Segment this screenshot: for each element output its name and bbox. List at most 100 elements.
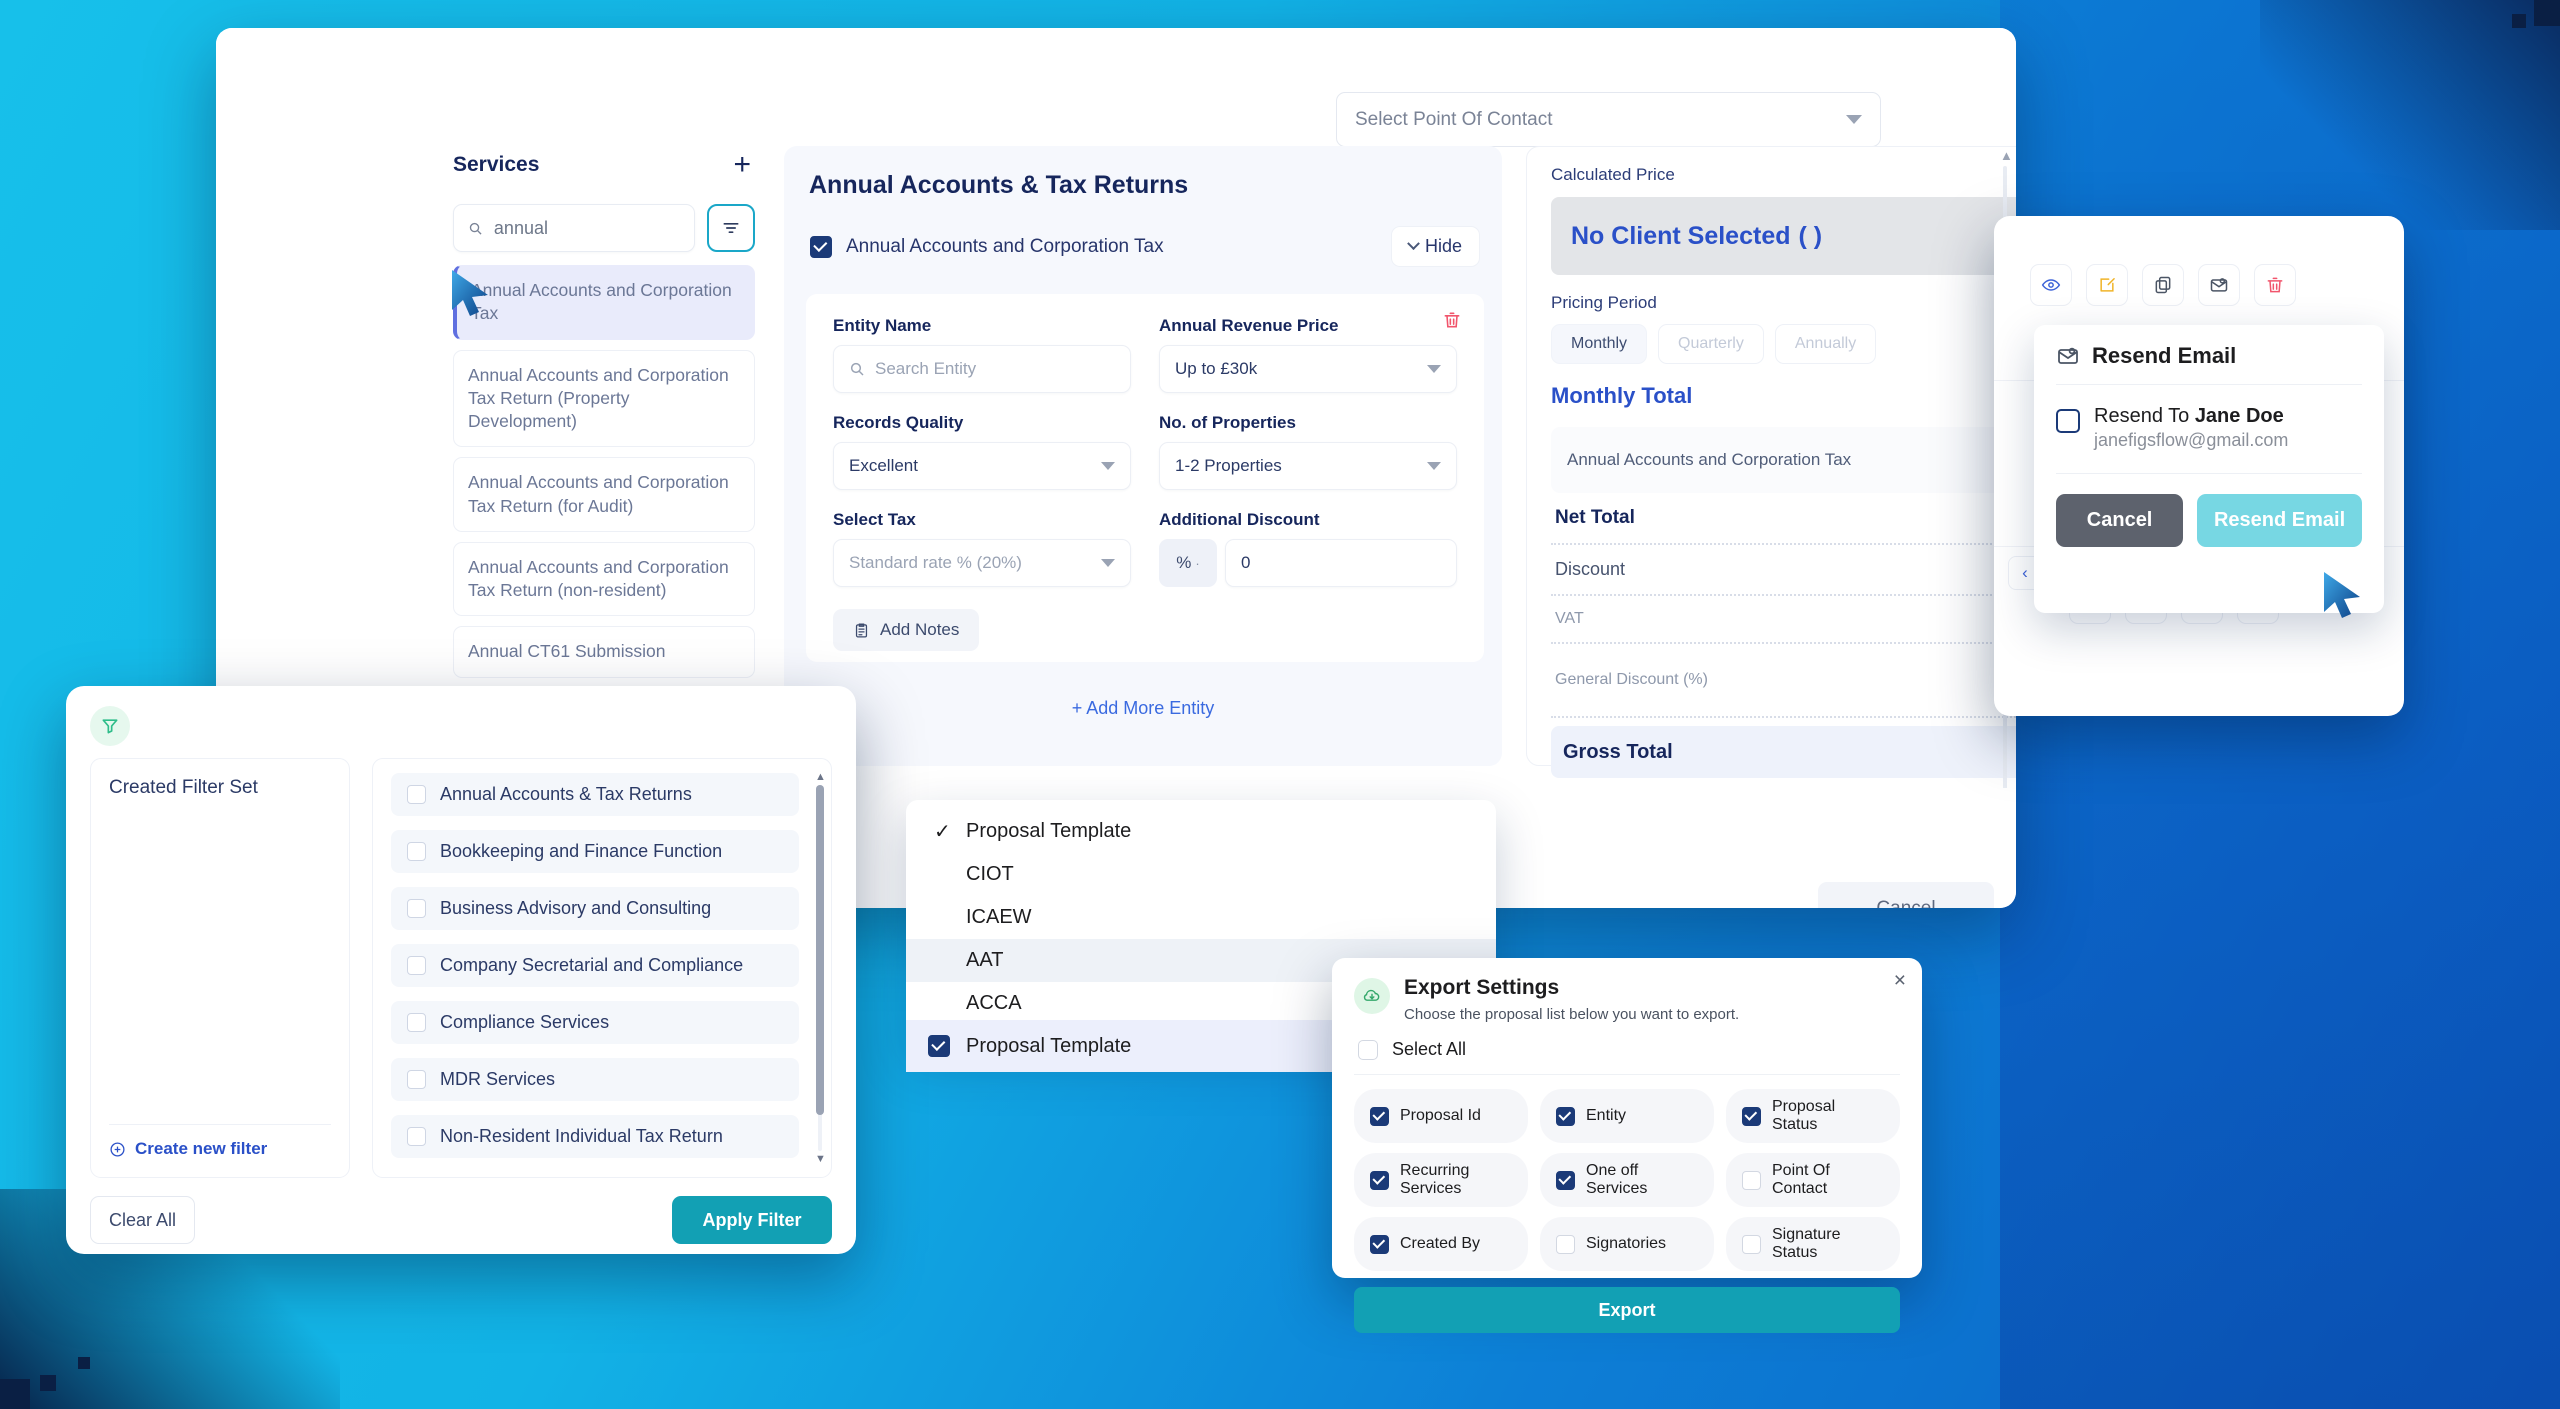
records-quality-select[interactable]: Excellent [833,442,1131,490]
create-new-filter-label: Create new filter [135,1139,267,1159]
export-select-all-checkbox[interactable] [1358,1040,1378,1060]
template-selected-checkbox[interactable] [928,1035,950,1057]
export-option-recurring-services[interactable]: Recurring Services [1354,1153,1528,1207]
export-option-proposal-status[interactable]: Proposal Status [1726,1089,1900,1143]
export-options-grid: Proposal Id Entity Proposal Status Recur… [1354,1089,1900,1271]
filter-option-checkbox[interactable] [407,1070,426,1089]
scroll-up-arrow-icon[interactable]: ▲ [2000,148,2010,163]
scroll-down-arrow-icon[interactable]: ▼ [815,1153,826,1165]
export-option-checkbox[interactable] [1556,1107,1575,1126]
select-tax-select[interactable]: Standard rate % (20%) [833,539,1131,587]
export-option-checkbox[interactable] [1742,1107,1761,1126]
annual-revenue-select[interactable]: Up to £30k [1159,345,1457,393]
filter-option-label: Non-Resident Individual Tax Return [440,1126,723,1147]
edit-icon [2097,275,2117,295]
discount-unit-toggle[interactable]: % · [1159,539,1217,587]
clear-all-button[interactable]: Clear All [90,1196,195,1244]
export-select-all-row[interactable]: Select All [1354,1023,1900,1075]
apply-filter-button[interactable]: Apply Filter [672,1196,832,1244]
service-list-item[interactable]: Annual CT61 Submission [453,626,755,677]
filter-option-checkbox[interactable] [407,899,426,918]
filter-option[interactable]: Bookkeeping and Finance Function [391,830,799,873]
copy-icon-button[interactable] [2142,264,2184,306]
add-notes-button[interactable]: Add Notes [833,609,979,651]
select-tax-value: Standard rate % (20%) [849,553,1022,573]
service-enabled-checkbox[interactable] [810,236,832,258]
export-button[interactable]: Export [1354,1287,1900,1333]
filter-option-checkbox[interactable] [407,1127,426,1146]
export-settings-title: Export Settings [1404,976,1739,1000]
filter-option-checkbox[interactable] [407,842,426,861]
pricing-period-monthly[interactable]: Monthly [1551,324,1647,364]
edit-icon-button[interactable] [2086,264,2128,306]
pricing-period-annually[interactable]: Annually [1775,324,1876,364]
service-list-item[interactable]: Annual Accounts and Corporation Tax Retu… [453,350,755,448]
pricing-period-label: Pricing Period [1551,293,2016,313]
template-option-icaew[interactable]: ICAEW [906,896,1496,939]
resend-confirm-button[interactable]: Resend Email [2197,494,2362,547]
pricing-period-quarterly[interactable]: Quarterly [1658,324,1764,364]
filter-option[interactable]: Business Advisory and Consulting [391,887,799,930]
service-list-item[interactable]: Annual Accounts and Corporation Tax Retu… [453,542,755,617]
export-option-label: One off Services [1586,1162,1698,1198]
export-option-checkbox[interactable] [1370,1171,1389,1190]
export-option-checkbox[interactable] [1556,1171,1575,1190]
filter-toggle-button[interactable] [707,204,755,252]
export-option-label: Entity [1586,1107,1626,1125]
no-of-properties-select[interactable]: 1-2 Properties [1159,442,1457,490]
resend-email-title: Resend Email [2092,343,2236,369]
export-option-created-by[interactable]: Created By [1354,1217,1528,1271]
resend-email-icon-button[interactable] [2198,264,2240,306]
export-option-one-off-services[interactable]: One off Services [1540,1153,1714,1207]
cancel-button[interactable]: Cancel [1818,882,1994,908]
export-option-point-of-contact[interactable]: Point Of Contact [1726,1153,1900,1207]
delete-icon-button[interactable] [2254,264,2296,306]
filter-options-scrollbar[interactable]: ▲ ▼ [816,773,824,1163]
template-option-ciot[interactable]: CIOT [906,853,1496,896]
filter-option-checkbox[interactable] [407,785,426,804]
filter-option[interactable]: Company Secretarial and Compliance [391,944,799,987]
filter-option-checkbox[interactable] [407,956,426,975]
services-search-input[interactable] [494,218,680,239]
create-new-filter-button[interactable]: Create new filter [109,1124,331,1159]
hide-section-button[interactable]: Hide [1391,226,1480,267]
service-list-item[interactable]: Annual Accounts and Corporation Tax [453,265,755,340]
export-option-proposal-id[interactable]: Proposal Id [1354,1089,1528,1143]
export-settings-heading-block: Export Settings Choose the proposal list… [1404,976,1739,1023]
export-option-signatories[interactable]: Signatories [1540,1217,1714,1271]
services-search-box[interactable] [453,204,695,252]
export-option-checkbox[interactable] [1556,1235,1575,1254]
export-option-entity[interactable]: Entity [1540,1089,1714,1143]
template-option-proposal-template[interactable]: ✓ Proposal Template [906,810,1496,853]
copy-icon [2153,275,2173,295]
point-of-contact-select[interactable]: Select Point Of Contact [1336,92,1881,147]
service-list-item[interactable]: Annual Accounts and Corporation Tax Retu… [453,457,755,532]
add-service-button[interactable]: + [733,150,751,180]
additional-discount-input[interactable]: 0 [1225,539,1457,587]
export-option-checkbox[interactable] [1370,1107,1389,1126]
add-more-entity-link[interactable]: + Add More Entity [784,698,1502,719]
filter-option[interactable]: Annual Accounts & Tax Returns [391,773,799,816]
close-icon[interactable]: × [1894,970,1906,991]
filter-option[interactable]: MDR Services [391,1058,799,1101]
export-option-signature-status[interactable]: Signature Status [1726,1217,1900,1271]
export-select-all-label: Select All [1392,1039,1466,1060]
resend-recipient-checkbox[interactable] [2056,409,2080,433]
export-option-checkbox[interactable] [1370,1235,1389,1254]
delete-entity-button[interactable] [1442,310,1462,335]
filter-option[interactable]: Compliance Services [391,1001,799,1044]
export-option-label: Recurring Services [1400,1162,1512,1198]
scroll-up-arrow-icon[interactable]: ▲ [815,771,826,783]
resend-cancel-button[interactable]: Cancel [2056,494,2183,547]
eye-icon-button[interactable] [2030,264,2072,306]
export-option-checkbox[interactable] [1742,1235,1761,1254]
selected-client-paren: ( ) [1799,222,1823,251]
chevron-down-icon [1101,559,1115,567]
scrollbar-thumb[interactable] [816,785,824,1115]
services-sidebar: Services + Annual Accounts and Corporati… [441,148,761,728]
filter-option-checkbox[interactable] [407,1013,426,1032]
entity-name-input[interactable]: Search Entity [833,345,1131,393]
export-option-checkbox[interactable] [1742,1171,1761,1190]
entity-form-grid: Entity Name Search Entity Annual Revenue… [833,316,1457,587]
filter-option[interactable]: Non-Resident Individual Tax Return [391,1115,799,1158]
